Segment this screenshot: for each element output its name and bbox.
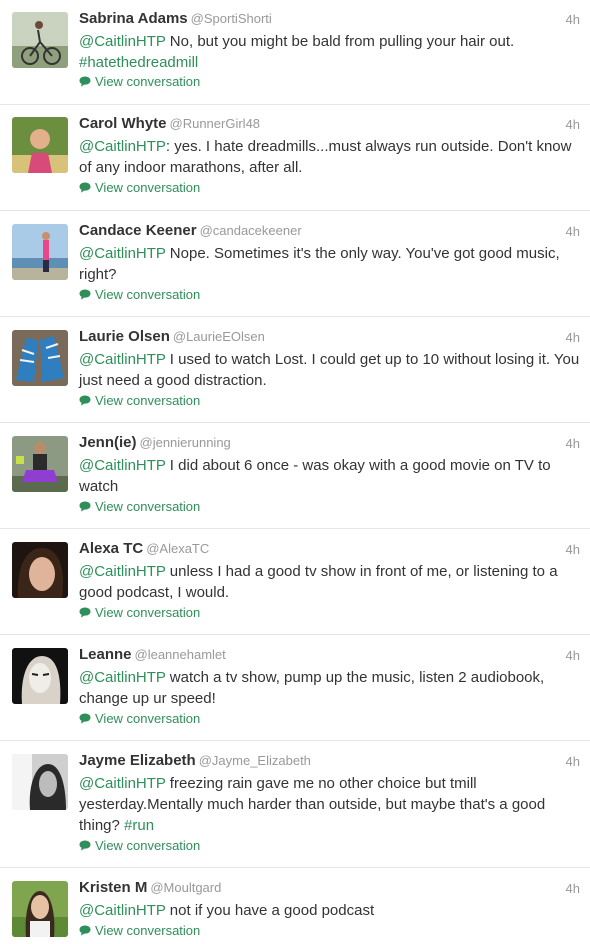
mention-link[interactable]: @CaitlinHTP xyxy=(79,33,166,50)
avatar[interactable] xyxy=(12,224,68,280)
mention-link[interactable]: @CaitlinHTP xyxy=(79,351,166,368)
tweet-body: not if you have a good podcast xyxy=(165,902,375,919)
author-name[interactable]: Alexa TC xyxy=(79,540,143,557)
author-name[interactable]: Carol Whyte xyxy=(79,115,167,132)
view-conversation-link[interactable]: View conversation xyxy=(79,287,200,303)
tweet-body: No, but you might be bald from pulling y… xyxy=(165,33,515,50)
author-handle[interactable]: @candacekeener xyxy=(200,223,302,238)
mention-link[interactable]: @CaitlinHTP xyxy=(79,902,166,919)
view-conversation-label: View conversation xyxy=(95,393,201,408)
speech-bubble-icon xyxy=(79,288,91,303)
view-conversation-label: View conversation xyxy=(95,180,201,195)
hashtag-link[interactable]: #run xyxy=(124,817,154,834)
author-handle[interactable]: @RunnerGirl48 xyxy=(170,116,261,131)
view-conversation-link[interactable]: View conversation xyxy=(79,711,200,727)
tweet-item[interactable]: Candace Keener @candacekeener 4h @Caitlin… xyxy=(0,211,590,317)
speech-bubble-icon xyxy=(79,75,91,90)
tweet-timestamp[interactable]: 4h xyxy=(566,330,580,345)
speech-bubble-icon xyxy=(79,839,91,854)
tweet-text: @CaitlinHTP I did about 6 once - was oka… xyxy=(79,455,580,497)
author-handle[interactable]: @SportiShorti xyxy=(191,11,272,26)
tweet-text: @CaitlinHTP I used to watch Lost. I coul… xyxy=(79,349,580,391)
author-handle[interactable]: @Moultgard xyxy=(150,880,221,895)
view-conversation-link[interactable]: View conversation xyxy=(79,74,200,90)
author-name[interactable]: Sabrina Adams xyxy=(79,10,188,27)
avatar[interactable] xyxy=(12,12,68,68)
view-conversation-label: View conversation xyxy=(95,923,201,938)
tweet-timestamp[interactable]: 4h xyxy=(566,648,580,663)
author-handle[interactable]: @leannehamlet xyxy=(135,647,226,662)
tweet-item[interactable]: Jenn(ie) @jennierunning 4h @CaitlinHTP I … xyxy=(0,423,590,529)
author-handle[interactable]: @jennierunning xyxy=(140,435,231,450)
tweet-timestamp[interactable]: 4h xyxy=(566,754,580,769)
tweet-item[interactable]: Jayme Elizabeth @Jayme_Elizabeth 4h @Cait… xyxy=(0,741,590,868)
view-conversation-link[interactable]: View conversation xyxy=(79,499,200,515)
tweet-timestamp[interactable]: 4h xyxy=(566,224,580,239)
view-conversation-link[interactable]: View conversation xyxy=(79,605,200,621)
avatar[interactable] xyxy=(12,117,68,173)
tweet-timestamp[interactable]: 4h xyxy=(566,881,580,896)
speech-bubble-icon xyxy=(79,500,91,515)
tweet-text: @CaitlinHTP not if you have a good podca… xyxy=(79,900,580,921)
tweet-item[interactable]: Kristen M @Moultgard 4h @CaitlinHTP not i… xyxy=(0,868,590,944)
tweet-timestamp[interactable]: 4h xyxy=(566,117,580,132)
author-name[interactable]: Candace Keener xyxy=(79,222,197,239)
tweet-text: @CaitlinHTP watch a tv show, pump up the… xyxy=(79,667,580,709)
author-handle[interactable]: @Jayme_Elizabeth xyxy=(199,753,311,768)
mention-link[interactable]: @CaitlinHTP xyxy=(79,563,166,580)
view-conversation-link[interactable]: View conversation xyxy=(79,923,200,939)
mention-link[interactable]: @CaitlinHTP xyxy=(79,245,166,262)
tweet-text: @CaitlinHTP: yes. I hate dreadmills...mu… xyxy=(79,136,580,178)
author-name[interactable]: Kristen M xyxy=(79,879,147,896)
hashtag-link[interactable]: #hatethedreadmill xyxy=(79,54,198,71)
view-conversation-link[interactable]: View conversation xyxy=(79,180,200,196)
mention-link[interactable]: @CaitlinHTP xyxy=(79,669,166,686)
view-conversation-label: View conversation xyxy=(95,74,201,89)
tweet-timeline: Sabrina Adams @SportiShorti 4h @CaitlinHT… xyxy=(0,0,590,944)
view-conversation-label: View conversation xyxy=(95,711,201,726)
speech-bubble-icon xyxy=(79,606,91,621)
tweet-item[interactable]: Laurie Olsen @LaurieEOlsen 4h @CaitlinHTP… xyxy=(0,317,590,423)
avatar[interactable] xyxy=(12,754,68,810)
speech-bubble-icon xyxy=(79,924,91,939)
view-conversation-link[interactable]: View conversation xyxy=(79,838,200,854)
author-handle[interactable]: @AlexaTC xyxy=(146,541,209,556)
view-conversation-label: View conversation xyxy=(95,605,201,620)
author-name[interactable]: Jayme Elizabeth xyxy=(79,752,196,769)
view-conversation-label: View conversation xyxy=(95,838,201,853)
avatar[interactable] xyxy=(12,881,68,937)
author-name[interactable]: Jenn(ie) xyxy=(79,434,137,451)
tweet-text: @CaitlinHTP freezing rain gave me no oth… xyxy=(79,773,580,836)
avatar[interactable] xyxy=(12,542,68,598)
mention-link[interactable]: @CaitlinHTP xyxy=(79,775,166,792)
avatar[interactable] xyxy=(12,330,68,386)
tweet-item[interactable]: Alexa TC @AlexaTC 4h @CaitlinHTP unless I… xyxy=(0,529,590,635)
speech-bubble-icon xyxy=(79,181,91,196)
tweet-item[interactable]: Carol Whyte @RunnerGirl48 4h @CaitlinHTP:… xyxy=(0,105,590,211)
avatar[interactable] xyxy=(12,436,68,492)
tweet-timestamp[interactable]: 4h xyxy=(566,12,580,27)
author-name[interactable]: Laurie Olsen xyxy=(79,328,170,345)
view-conversation-link[interactable]: View conversation xyxy=(79,393,200,409)
mention-link[interactable]: @CaitlinHTP xyxy=(79,457,166,474)
view-conversation-label: View conversation xyxy=(95,499,201,514)
speech-bubble-icon xyxy=(79,394,91,409)
tweet-item[interactable]: Leanne @leannehamlet 4h @CaitlinHTP watch… xyxy=(0,635,590,741)
tweet-item[interactable]: Sabrina Adams @SportiShorti 4h @CaitlinHT… xyxy=(0,0,590,105)
tweet-timestamp[interactable]: 4h xyxy=(566,542,580,557)
tweet-text: @CaitlinHTP Nope. Sometimes it's the onl… xyxy=(79,243,580,285)
speech-bubble-icon xyxy=(79,712,91,727)
tweet-text: @CaitlinHTP No, but you might be bald fr… xyxy=(79,31,580,73)
mention-link[interactable]: @CaitlinHTP xyxy=(79,138,166,155)
view-conversation-label: View conversation xyxy=(95,287,201,302)
author-name[interactable]: Leanne xyxy=(79,646,132,663)
tweet-timestamp[interactable]: 4h xyxy=(566,436,580,451)
author-handle[interactable]: @LaurieEOlsen xyxy=(173,329,265,344)
tweet-text: @CaitlinHTP unless I had a good tv show … xyxy=(79,561,580,603)
avatar[interactable] xyxy=(12,648,68,704)
